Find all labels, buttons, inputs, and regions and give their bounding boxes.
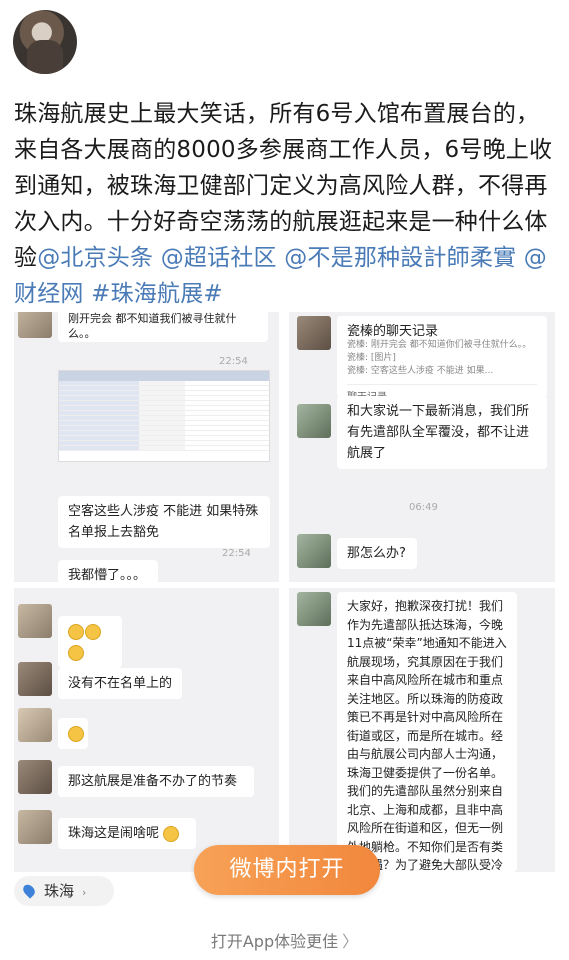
chat-text: 珠海这是闹啥呢 — [68, 826, 160, 841]
chat-avatar — [297, 592, 331, 626]
chat-bubble: 那这航展是准备不办了的节奏 — [58, 766, 254, 797]
chat-avatar — [18, 662, 52, 696]
quote-title: 瓷榛的聊天记录 — [347, 324, 439, 339]
chat-screenshot-3[interactable]: 没有不在名单上的 那这航展是准备不办了的节奏 珠海这是闹啥呢 — [14, 588, 279, 872]
chat-bubble: 刚开完会 都不知道我们被寻住就什么。。 — [58, 312, 268, 342]
emoji-icon — [68, 725, 84, 742]
chat-avatar — [18, 708, 52, 742]
chat-bubble: 珠海这是闹啥呢 — [58, 818, 196, 849]
avatar-figure — [27, 40, 63, 74]
mention-beijing-toutiao[interactable]: @北京头条 — [37, 245, 153, 271]
emoji-icon — [163, 825, 180, 842]
open-in-weibo-button[interactable]: 微博内打开 — [194, 845, 380, 895]
chat-avatar — [297, 534, 331, 568]
chat-avatar — [18, 312, 52, 338]
mention-chaohua[interactable]: @超话社区 — [161, 245, 277, 271]
chat-avatar — [18, 604, 52, 638]
chat-timestamp: 06:49 — [409, 502, 438, 513]
table-image — [58, 370, 270, 462]
post-image-grid[interactable]: 刚开完会 都不知道我们被寻住就什么。。 22:54 空客这些人涉疫 不能进 如果… — [14, 312, 555, 872]
chat-bubble: 那怎么办? — [337, 538, 417, 569]
quote-line: 瓷榛: 刚开完会 都不知道你们被寻住就什么。。 — [347, 340, 532, 350]
chat-screenshot-4[interactable]: 大家好，抱歉深夜打扰！我们作为先遣部队抵达珠海，今晚11点被“荣幸”地通知不能进… — [289, 588, 555, 872]
chat-avatar — [18, 760, 52, 794]
chat-bubble: 没有不在名单上的 — [58, 668, 182, 699]
chat-bubble — [58, 616, 122, 668]
open-app-link[interactable]: 打开App体验更佳〉 — [0, 928, 569, 952]
chat-avatar — [297, 316, 331, 350]
chevron-right-icon: 〉 — [342, 932, 359, 951]
quote-line: 瓷榛: 空客这些人涉疫 不能进 如果... — [347, 366, 494, 376]
quote-line: 瓷榛: [图片] — [347, 353, 396, 363]
emoji-icon — [85, 623, 101, 640]
chat-timestamp: 22:54 — [222, 548, 251, 559]
chat-avatar — [297, 404, 331, 438]
hashtag-zhuhai-airshow[interactable]: #珠海航展# — [91, 281, 223, 307]
location-label: 珠海 — [44, 882, 75, 900]
mention-designer[interactable]: @不是那种設計師柔實 — [284, 245, 516, 271]
chevron-right-icon: › — [82, 886, 87, 899]
open-app-label: 打开App体验更佳 — [210, 932, 339, 951]
location-tag[interactable]: 珠海 › — [14, 876, 114, 906]
chat-bubble: 我都懵了。。。 — [58, 560, 158, 582]
chat-screenshot-2[interactable]: 瓷榛的聊天记录 瓷榛: 刚开完会 都不知道你们被寻住就什么。。 瓷榛: [图片]… — [289, 312, 555, 582]
emoji-icon — [68, 623, 84, 640]
emoji-icon — [68, 644, 84, 661]
chat-bubble — [58, 718, 88, 749]
chat-bubble: 空客这些人涉疫 不能进 如果特殊名单报上去豁免 — [58, 496, 270, 548]
forwarded-chat-record[interactable]: 瓷榛的聊天记录 瓷榛: 刚开完会 都不知道你们被寻住就什么。。 瓷榛: [图片]… — [337, 316, 547, 403]
post-body: 珠海航展史上最大笑话，所有6号入馆布置展台的，来自各大展商的8000多参展商工作… — [14, 96, 559, 312]
chat-bubble: 大家好，抱歉深夜打扰！我们作为先遣部队抵达珠海，今晚11点被“荣幸”地通知不能进… — [337, 592, 517, 872]
author-avatar[interactable] — [13, 10, 77, 74]
chat-screenshot-1[interactable]: 刚开完会 都不知道我们被寻住就什么。。 22:54 空客这些人涉疫 不能进 如果… — [14, 312, 279, 582]
location-pin-icon — [20, 882, 38, 899]
chat-timestamp: 22:54 — [219, 356, 248, 367]
chat-bubble: 和大家说一下最新消息，我们所有先遣部队全军覆没，都不让进航展了 — [337, 396, 547, 469]
chat-avatar — [18, 810, 52, 844]
